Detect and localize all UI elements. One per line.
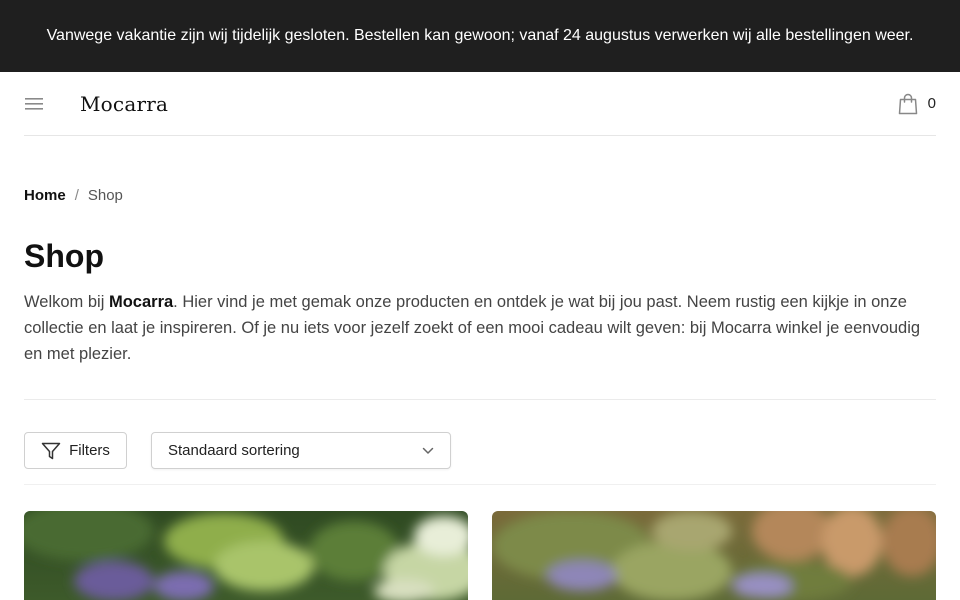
announcement-text: Vanwege vakantie zijn wij tijdelijk gesl… — [46, 27, 914, 44]
section-divider — [24, 399, 936, 400]
chevron-down-icon — [422, 447, 434, 455]
shop-intro-text: Welkom bij Mocarra. Hier vind je met gem… — [24, 289, 936, 367]
hamburger-menu-icon — [25, 97, 43, 110]
sort-select[interactable]: Standaard sortering — [151, 432, 451, 469]
filters-label: Filters — [69, 442, 110, 459]
funnel-icon — [41, 442, 61, 459]
breadcrumb: Home / Shop — [24, 184, 123, 206]
product-image — [492, 511, 936, 600]
shopping-bag-icon — [898, 93, 917, 114]
page-title: Shop — [24, 238, 104, 274]
product-image — [24, 511, 468, 600]
intro-text-before: Welkom bij — [24, 293, 109, 311]
breadcrumb-separator: / — [74, 186, 79, 204]
cart-button[interactable]: 0 — [898, 93, 936, 115]
toolbar-divider — [24, 484, 936, 485]
site-logo[interactable]: Mocarra — [80, 92, 168, 116]
site-header: Mocarra 0 — [24, 72, 936, 136]
breadcrumb-home-link[interactable]: Home — [24, 187, 66, 204]
intro-brand-name: Mocarra — [108, 293, 174, 311]
filters-button[interactable]: Filters — [24, 432, 127, 469]
product-card-image[interactable] — [492, 511, 936, 600]
cart-count: 0 — [927, 95, 936, 112]
product-card-image[interactable] — [24, 511, 468, 600]
announcement-bar: Vanwege vakantie zijn wij tijdelijk gesl… — [0, 0, 960, 72]
breadcrumb-current: Shop — [87, 186, 123, 204]
sort-selected-value: Standaard sortering — [168, 442, 300, 459]
menu-button[interactable] — [24, 84, 64, 124]
